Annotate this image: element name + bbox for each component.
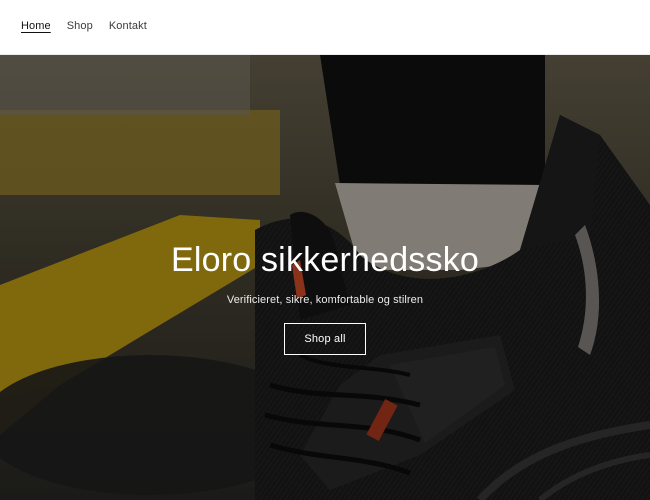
nav-link-home[interactable]: Home [21, 19, 51, 33]
hero-banner: Eloro sikkerhedssko Verificieret, sikre,… [0, 55, 650, 500]
main-nav: Home Shop Kontakt [21, 19, 163, 33]
hero-subtitle: Verificieret, sikre, komfortable og stil… [226, 294, 424, 306]
nav-link-shop[interactable]: Shop [67, 19, 93, 33]
hero-title: Eloro sikkerhedssko [170, 241, 480, 279]
nav-link-kontakt[interactable]: Kontakt [109, 19, 147, 33]
shop-all-button[interactable]: Shop all [284, 323, 366, 355]
site-header: Home Shop Kontakt [0, 0, 650, 55]
hero-content: Eloro sikkerhedssko Verificieret, sikre,… [0, 240, 650, 355]
